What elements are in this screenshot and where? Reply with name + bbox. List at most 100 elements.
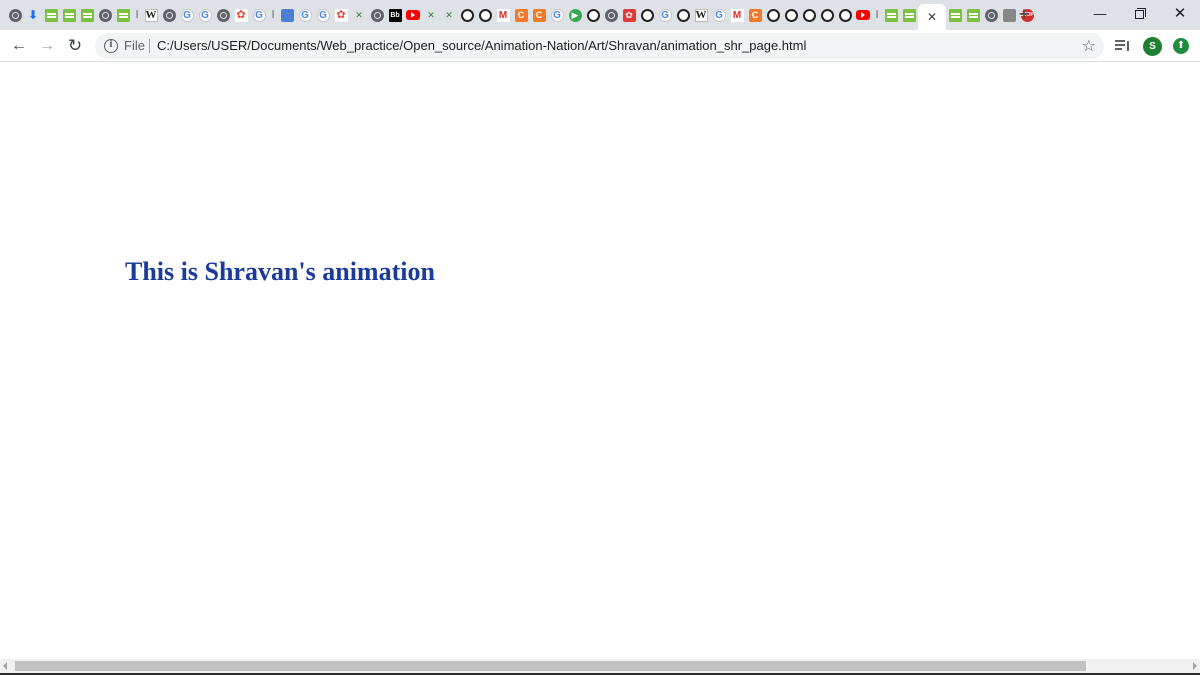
browser-tab[interactable]: C [530,4,548,26]
browser-tab[interactable] [818,4,836,26]
browser-tab[interactable]: ǀ [872,4,882,26]
browser-tab[interactable]: ✿ [332,4,350,26]
browser-tab[interactable]: G [178,4,196,26]
youtube-icon [856,10,870,20]
browser-tab[interactable]: G [656,4,674,26]
browser-tab[interactable]: W [692,4,710,26]
browser-tab[interactable] [78,4,96,26]
green-cross-icon: ✕ [445,9,453,20]
browser-tab[interactable]: G [314,4,332,26]
browser-tab[interactable] [476,4,494,26]
browser-tab[interactable] [96,4,114,26]
browser-tab[interactable] [60,4,78,26]
browser-tab[interactable]: G [710,4,728,26]
pinned-separator-icon: ǀ [135,8,139,21]
browser-tab[interactable] [982,4,1000,26]
browser-tab[interactable]: C [512,4,530,26]
minimize-button[interactable]: — [1080,3,1120,25]
browser-tab[interactable]: ▶ [566,4,584,26]
info-icon[interactable]: i [104,39,118,53]
google-icon: G [658,8,672,22]
media-line [1127,41,1129,51]
browser-tab[interactable]: M [494,4,512,26]
browser-tab[interactable]: G [548,4,566,26]
address-bar[interactable]: i File C:/Users/USER/Documents/Web_pract… [95,33,1104,59]
browser-tab[interactable] [584,4,602,26]
google-icon: G [550,8,564,22]
browser-tab[interactable] [114,4,132,26]
browser-tab[interactable] [638,4,656,26]
globe-icon [216,8,230,22]
media-control-icon[interactable] [1115,38,1131,54]
new-tab-button[interactable]: + [1014,5,1034,25]
profile-avatar[interactable]: S [1143,37,1162,56]
browser-tab[interactable]: C [746,4,764,26]
browser-tab[interactable] [836,4,854,26]
restore-button[interactable] [1119,3,1159,25]
globe-icon [162,8,176,22]
google-icon: G [712,8,726,22]
browser-tab[interactable] [602,4,620,26]
scrollbar-thumb[interactable] [15,661,1086,671]
browser-tab[interactable] [42,4,60,26]
browser-tab[interactable]: ⬇ [24,4,42,26]
browser-tab[interactable] [764,4,782,26]
browser-tab[interactable]: ǀ [268,4,278,26]
globe-icon [370,8,384,22]
reload-button[interactable]: ↻ [63,34,87,58]
horizontal-scrollbar[interactable] [0,659,1200,673]
window-close-button[interactable]: ✕ [1160,3,1200,25]
browser-tab[interactable] [900,4,918,26]
forward-button[interactable]: → [35,34,59,58]
google-icon: G [180,8,194,22]
tab-list: ⬇ ǀ W G G ✿ G ǀ G G ✿ ✕ Bb ✕ ✕ M C C G ▶ ✿ G W G M C ǀ ✕ STOP [6,4,1036,30]
url-text[interactable]: C:/Users/USER/Documents/Web_practice/Ope… [157,38,806,53]
wikipedia-icon: W [694,8,708,22]
browser-tab[interactable]: G [196,4,214,26]
browser-tab[interactable]: G [296,4,314,26]
browser-tab[interactable]: ✕ [440,4,458,26]
globe-icon [984,8,998,22]
browser-tab[interactable] [854,4,872,26]
scroll-right-arrow-icon[interactable] [1193,662,1197,670]
browser-tab[interactable]: Bb [386,4,404,26]
page-heading: This is Shravan's animation [125,257,435,286]
browser-tab[interactable] [674,4,692,26]
browser-tab[interactable]: G [250,4,268,26]
browser-tab[interactable] [368,4,386,26]
browser-tab[interactable] [160,4,178,26]
restore-icon [1134,8,1146,19]
active-tab[interactable]: ✕ [918,4,946,30]
hackerrank-icon [44,8,58,22]
globe-icon [8,8,22,22]
github-icon [676,8,690,22]
browser-tab[interactable] [882,4,900,26]
browser-tab[interactable]: ✕ [422,4,440,26]
green-cross-icon: ✕ [355,9,363,20]
google-icon: G [198,8,212,22]
close-tab-icon[interactable]: ✕ [927,10,937,24]
browser-tab[interactable] [6,4,24,26]
browser-tab[interactable] [800,4,818,26]
browser-tab[interactable] [782,4,800,26]
browser-tab[interactable]: ✿ [232,4,250,26]
browser-tab[interactable]: W [142,4,160,26]
browser-tab[interactable] [214,4,232,26]
browser-tab[interactable] [458,4,476,26]
red-flower-icon: ✿ [334,8,348,22]
update-icon[interactable]: ⬆ [1173,38,1189,54]
browser-tab[interactable] [964,4,982,26]
browser-tab[interactable]: ✕ [350,4,368,26]
hackerrank-icon [948,8,962,22]
browser-tab[interactable] [946,4,964,26]
browser-window: ⬇ ǀ W G G ✿ G ǀ G G ✿ ✕ Bb ✕ ✕ M C C G ▶ ✿ G W G M C ǀ ✕ STOP + — ✕ … [0,0,1200,675]
browser-tab[interactable]: M [728,4,746,26]
scroll-left-arrow-icon[interactable] [3,662,7,670]
back-button[interactable]: ← [7,34,31,58]
browser-tab[interactable] [278,4,296,26]
browser-tab[interactable]: ǀ [132,4,142,26]
bookmark-star-icon[interactable]: ☆ [1082,36,1096,56]
browser-tab[interactable] [404,4,422,26]
browser-tab[interactable]: ✿ [620,4,638,26]
green-play-icon: ▶ [568,8,582,22]
